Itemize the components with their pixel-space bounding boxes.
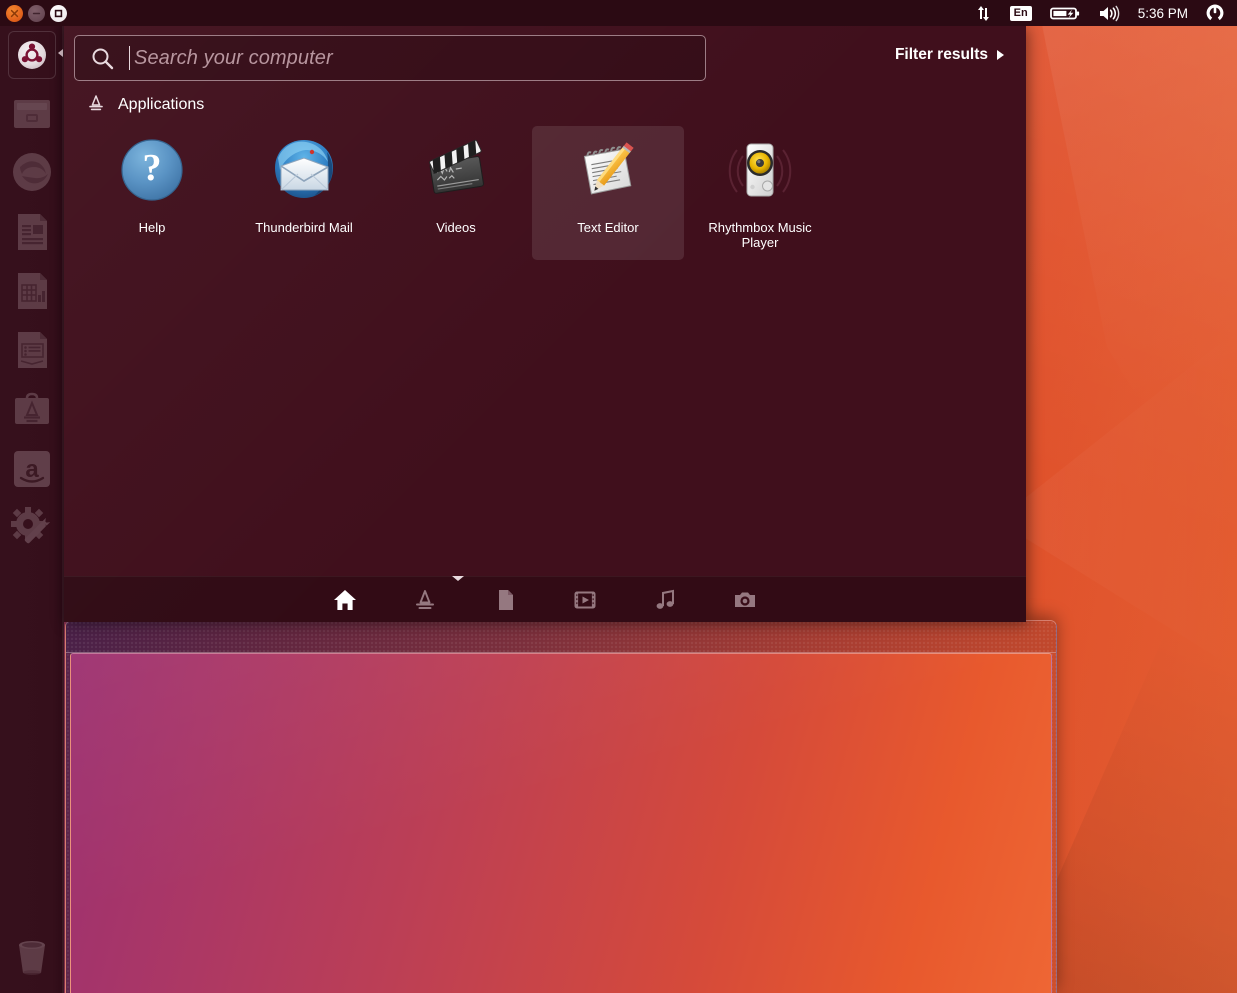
result-tile-thunderbird-mail[interactable]: Thunderbird Mail	[228, 126, 380, 260]
ubuntu-logo-icon[interactable]	[8, 31, 56, 79]
dash-category-header[interactable]: Applications	[64, 88, 1048, 122]
help-icon: ?	[116, 134, 188, 206]
applications-icon	[86, 93, 106, 118]
launcher-expand-arrow-icon	[58, 49, 63, 57]
video-lens-icon[interactable]	[570, 585, 600, 615]
wallpaper-facet-top	[1037, 0, 1237, 560]
launcher-item-firefox-web-browser[interactable]	[8, 148, 56, 196]
maximize-icon[interactable]	[50, 4, 67, 22]
search-input[interactable]: Search your computer	[74, 35, 706, 81]
chevron-right-icon	[997, 50, 1004, 60]
background-window[interactable]	[65, 620, 1057, 993]
launcher-item-ubuntu-software-center[interactable]	[8, 386, 56, 434]
home-lens-icon[interactable]	[330, 585, 360, 615]
unity-launcher: a	[0, 26, 64, 993]
thunderbird-icon	[268, 134, 340, 206]
top-panel: En 5:36 PM	[0, 0, 1237, 26]
launcher-item-libreoffice-impress[interactable]	[8, 326, 56, 374]
desktop-screen: Search your computer Filter results Appl…	[0, 0, 1237, 993]
launcher-item-trash[interactable]	[8, 932, 56, 980]
keyboard-layout-label: En	[1009, 5, 1032, 21]
session-gear-icon[interactable]	[1197, 0, 1233, 26]
result-label: Text Editor	[577, 220, 639, 235]
dash-search-row: Search your computer Filter results	[64, 26, 1026, 88]
launcher-item-amazon[interactable]: a	[8, 445, 56, 493]
dash-category-label: Applications	[118, 96, 205, 113]
window-controls	[0, 4, 67, 22]
volume-icon[interactable]	[1089, 0, 1129, 26]
filter-results-button[interactable]: Filter results	[895, 46, 1004, 64]
indicator-area: En 5:36 PM	[966, 0, 1237, 26]
background-window-titlebar[interactable]	[66, 621, 1056, 653]
svg-text:a: a	[25, 456, 39, 483]
result-label: Rhythmbox Music Player	[708, 220, 812, 250]
launcher-item-files[interactable]	[8, 90, 56, 138]
files-lens-icon[interactable]	[490, 585, 520, 615]
background-window-content	[70, 653, 1052, 993]
dash-lens-bar	[64, 576, 1026, 622]
launcher-item-system-settings[interactable]	[8, 504, 56, 552]
svg-text:?: ?	[143, 147, 162, 189]
music-lens-icon[interactable]	[650, 585, 680, 615]
clock-indicator[interactable]: 5:36 PM	[1129, 6, 1197, 21]
launcher-item-libreoffice-calc[interactable]	[8, 267, 56, 315]
active-lens-marker	[452, 576, 464, 581]
photos-lens-icon[interactable]	[730, 585, 760, 615]
result-tile-rhythmbox-music-player[interactable]: Rhythmbox Music Player	[684, 126, 836, 260]
applications-lens-icon[interactable]	[410, 585, 440, 615]
search-text-caret	[129, 46, 130, 70]
result-label: Videos	[436, 220, 476, 235]
close-icon[interactable]	[6, 4, 23, 22]
filter-results-label: Filter results	[894, 46, 988, 63]
result-tile-videos[interactable]: Videos	[380, 126, 532, 260]
battery-charging-icon[interactable]	[1041, 0, 1089, 26]
keyboard-layout-indicator[interactable]: En	[1001, 0, 1041, 26]
rhythmbox-icon	[724, 134, 796, 206]
network-transfer-icon[interactable]	[966, 0, 1001, 26]
result-tile-text-editor[interactable]: Text Editor	[532, 126, 684, 260]
unity-dash: Search your computer Filter results Appl…	[64, 26, 1026, 622]
minimize-icon[interactable]	[28, 4, 45, 22]
result-label: Help	[138, 220, 166, 235]
search-icon	[75, 46, 129, 71]
text-editor-icon	[572, 134, 644, 206]
videos-icon	[420, 134, 492, 206]
wallpaper-facet-mid	[997, 330, 1237, 670]
search-placeholder-text: Search your computer	[134, 46, 333, 69]
launcher-item-libreoffice-writer[interactable]	[8, 208, 56, 256]
result-label: Thunderbird Mail	[255, 220, 353, 235]
dash-results-grid: ? Help Thunderbird Mail Videos Text Edit…	[64, 126, 1038, 260]
result-tile-help[interactable]: ? Help	[76, 126, 228, 260]
